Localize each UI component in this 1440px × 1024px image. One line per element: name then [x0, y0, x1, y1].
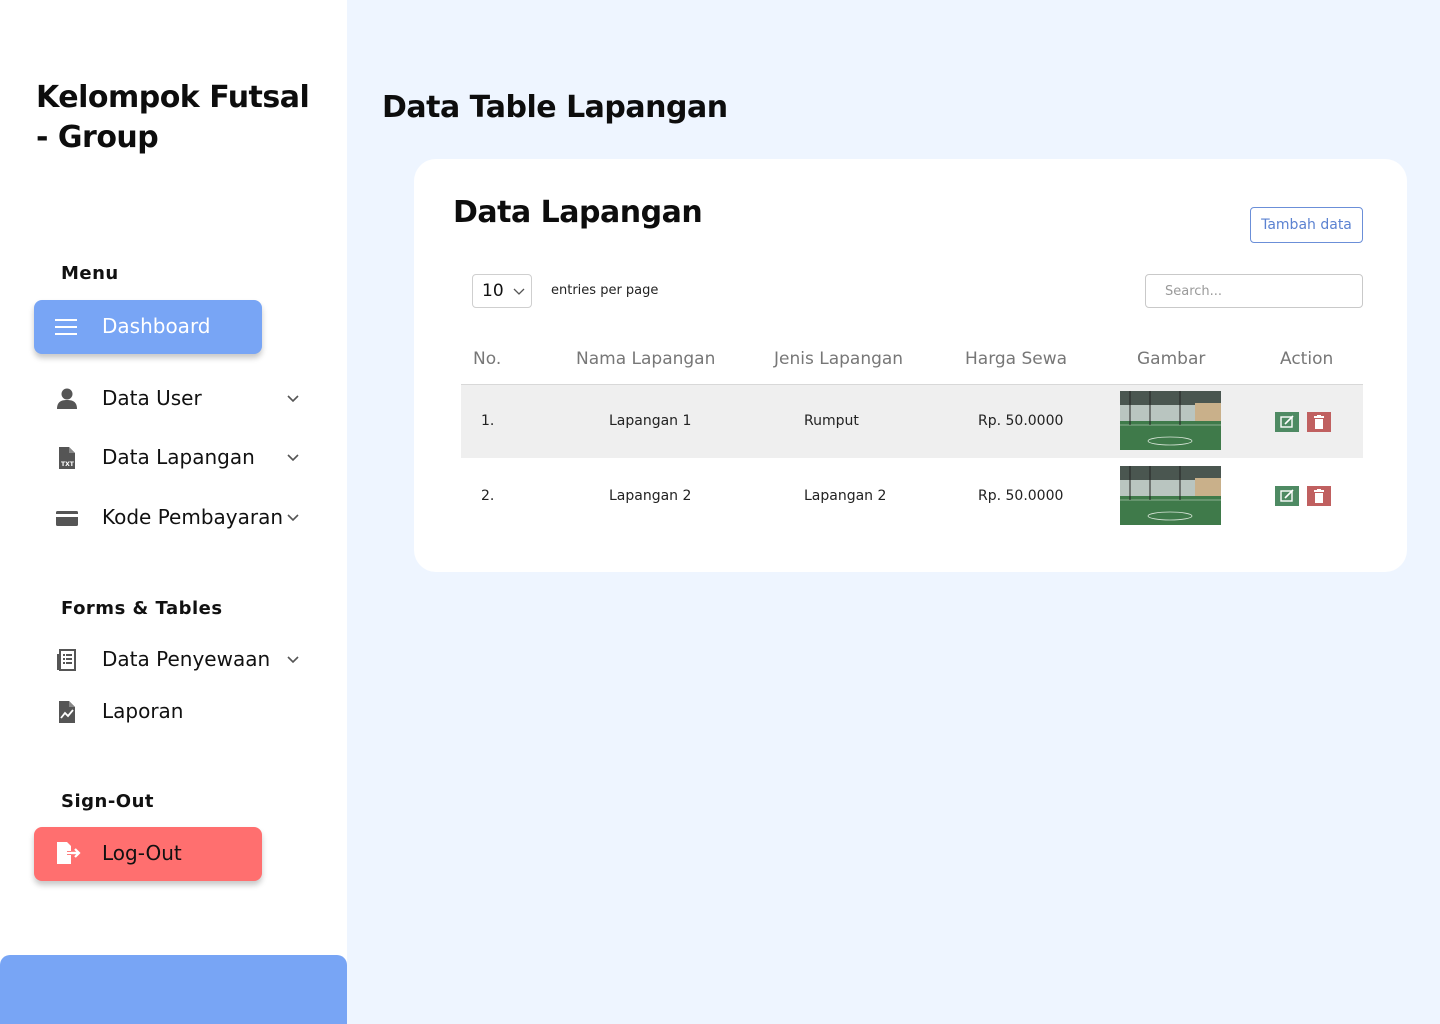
edit-button[interactable]	[1275, 486, 1299, 506]
menu-icon	[55, 319, 77, 335]
sidebar-item-data-lapangan[interactable]: TXT Data Lapangan	[34, 438, 314, 478]
column-header-action: Action	[1280, 349, 1334, 369]
cell-harga: Rp. 50.0000	[978, 488, 1064, 504]
chevron-down-icon	[287, 395, 299, 403]
svg-text:TXT: TXT	[61, 461, 75, 468]
sidebar-item-label: Kode Pembayaran	[102, 505, 284, 529]
cell-harga: Rp. 50.0000	[978, 413, 1064, 429]
delete-button[interactable]	[1307, 486, 1331, 506]
table-row: 2. Lapangan 2 Lapangan 2 Rp. 50.0000	[461, 458, 1363, 531]
cell-jenis: Rumput	[804, 413, 859, 429]
sidebar-item-label: Laporan	[102, 699, 184, 723]
field-image	[1120, 466, 1221, 525]
cell-nama: Lapangan 1	[609, 413, 692, 429]
sidebar-footer	[0, 955, 347, 1024]
edit-icon	[1275, 412, 1299, 432]
sidebar-item-label: Dashboard	[102, 314, 211, 338]
logout-label: Log-Out	[102, 841, 182, 865]
search-input[interactable]	[1145, 274, 1363, 308]
logout-icon	[57, 842, 81, 864]
field-image	[1120, 391, 1221, 450]
chevron-down-icon	[287, 656, 299, 664]
entries-per-page-select[interactable]: 10	[472, 274, 532, 308]
cell-no: 1.	[481, 413, 495, 429]
signout-section-label: Sign-Out	[61, 791, 155, 812]
column-header-gambar: Gambar	[1137, 349, 1206, 369]
column-header-jenis: Jenis Lapangan	[774, 349, 904, 369]
sidebar-item-data-penyewaan[interactable]: Data Penyewaan	[34, 640, 314, 680]
card-icon	[56, 511, 78, 526]
entries-value: 10	[482, 281, 504, 301]
sidebar: Kelompok Futsal - Group Menu Dashboard D…	[0, 0, 347, 1024]
user-icon	[57, 388, 77, 409]
delete-button[interactable]	[1307, 412, 1331, 432]
table-row: 1. Lapangan 1 Rumput Rp. 50.0000	[461, 385, 1363, 458]
chevron-down-icon	[513, 288, 525, 295]
column-header-nama: Nama Lapangan	[576, 349, 716, 369]
forms-section-label: Forms & Tables	[61, 598, 223, 619]
data-card: Data Lapangan Tambah data 10 entries per…	[414, 159, 1407, 572]
entries-label: entries per page	[551, 283, 659, 298]
sidebar-item-label: Data Penyewaan	[102, 647, 271, 671]
cell-no: 2.	[481, 488, 495, 504]
sidebar-item-kode-pembayaran[interactable]: Kode Pembayaran	[34, 498, 314, 538]
column-header-harga: Harga Sewa	[965, 349, 1068, 369]
edit-icon	[1275, 486, 1299, 506]
cell-nama: Lapangan 2	[609, 488, 692, 504]
trash-icon	[1307, 486, 1331, 506]
sidebar-item-label: Data User	[102, 386, 202, 410]
receipt-icon	[57, 649, 76, 671]
chevron-down-icon	[287, 514, 299, 522]
brand-title: Kelompok Futsal - Group	[36, 80, 310, 155]
file-txt-icon: TXT	[59, 447, 75, 469]
menu-section-label: Menu	[61, 263, 119, 284]
sidebar-item-laporan[interactable]: Laporan	[34, 692, 314, 732]
report-icon	[59, 701, 75, 723]
logout-button[interactable]: Log-Out	[34, 827, 262, 881]
card-title: Data Lapangan	[453, 195, 703, 230]
sidebar-item-dashboard[interactable]: Dashboard	[34, 300, 262, 354]
column-header-no: No.	[473, 349, 502, 369]
add-data-button[interactable]: Tambah data	[1250, 207, 1363, 243]
cell-jenis: Lapangan 2	[804, 488, 887, 504]
chevron-down-icon	[287, 454, 299, 462]
page-title: Data Table Lapangan	[382, 90, 728, 125]
sidebar-item-label: Data Lapangan	[102, 445, 255, 469]
edit-button[interactable]	[1275, 412, 1299, 432]
sidebar-item-data-user[interactable]: Data User	[34, 379, 314, 419]
trash-icon	[1307, 412, 1331, 432]
